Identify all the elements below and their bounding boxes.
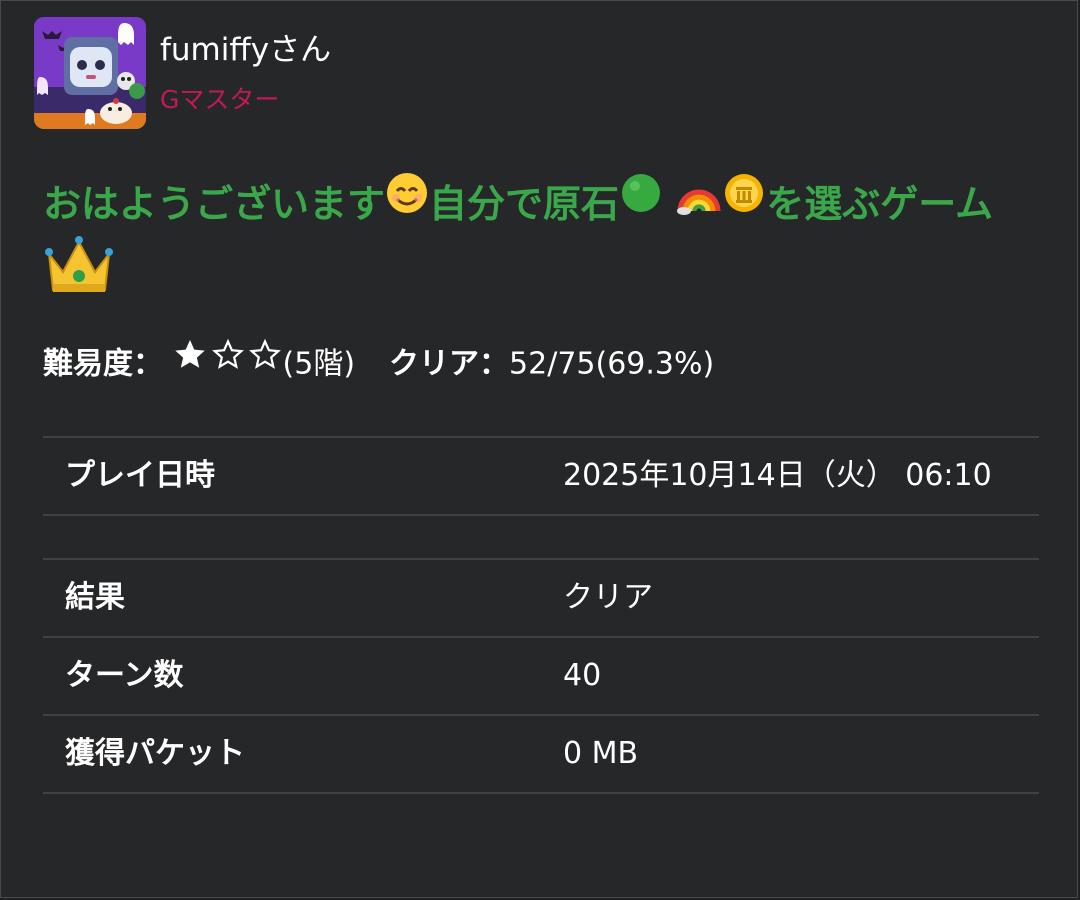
row-key: ターン数	[65, 658, 184, 693]
star-outline-icon	[248, 338, 281, 369]
stats-line: 難易度： (5階) クリア：52/75(69.3%)	[43, 338, 715, 389]
difficulty-stars	[173, 338, 283, 386]
title-text-1: おはようございます	[43, 182, 386, 226]
clear-value: 52/75(69.3%)	[509, 346, 715, 382]
table-row: 獲得パケット 0 MB	[43, 714, 1039, 794]
title-text-2: 自分で原石	[429, 182, 620, 226]
smiling-face-icon	[385, 171, 429, 234]
row-key: 結果	[65, 580, 125, 615]
coin-icon	[722, 171, 766, 234]
row-value: 2025年10月14日（火） 06:10	[563, 458, 992, 493]
post-title: おはようございます 自分で原石 を選ぶゲーム	[43, 173, 1033, 321]
rainbow-icon	[676, 171, 722, 234]
table-row: 結果 クリア	[43, 558, 1039, 636]
user-rank: Gマスター	[160, 85, 280, 114]
row-value: 40	[563, 658, 602, 693]
difficulty-floor: (5階)	[282, 346, 356, 382]
row-key: プレイ日時	[65, 458, 215, 493]
table-spacer	[43, 514, 1039, 558]
clear-label: クリア：	[389, 346, 510, 382]
avatar[interactable]	[34, 17, 146, 129]
user-header: fumiffyさん Gマスター	[34, 17, 331, 129]
result-card: fumiffyさん Gマスター おはようございます 自分で原石 を選ぶゲーム 難易…	[0, 0, 1078, 898]
table-row: プレイ日時 2025年10月14日（火） 06:10	[43, 436, 1039, 514]
details-table: プレイ日時 2025年10月14日（火） 06:10 結果 クリア ターン数 4…	[43, 436, 1039, 794]
halloween-ghost-avatar-icon	[34, 17, 146, 129]
title-text-4: ーム	[918, 182, 994, 226]
difficulty-label: 難易度：	[43, 346, 163, 382]
row-value: クリア	[563, 580, 653, 615]
row-value: 0 MB	[563, 736, 639, 771]
table-row: ターン数 40	[43, 636, 1039, 714]
star-outline-icon	[211, 338, 244, 369]
green-circle-icon	[619, 171, 663, 234]
title-text-3: を選ぶゲ	[766, 182, 919, 226]
user-name[interactable]: fumiffyさん	[160, 31, 331, 69]
crown-icon	[43, 234, 115, 317]
user-meta: fumiffyさん Gマスター	[160, 31, 331, 115]
star-filled-icon	[174, 340, 205, 368]
row-key: 獲得パケット	[65, 736, 245, 771]
